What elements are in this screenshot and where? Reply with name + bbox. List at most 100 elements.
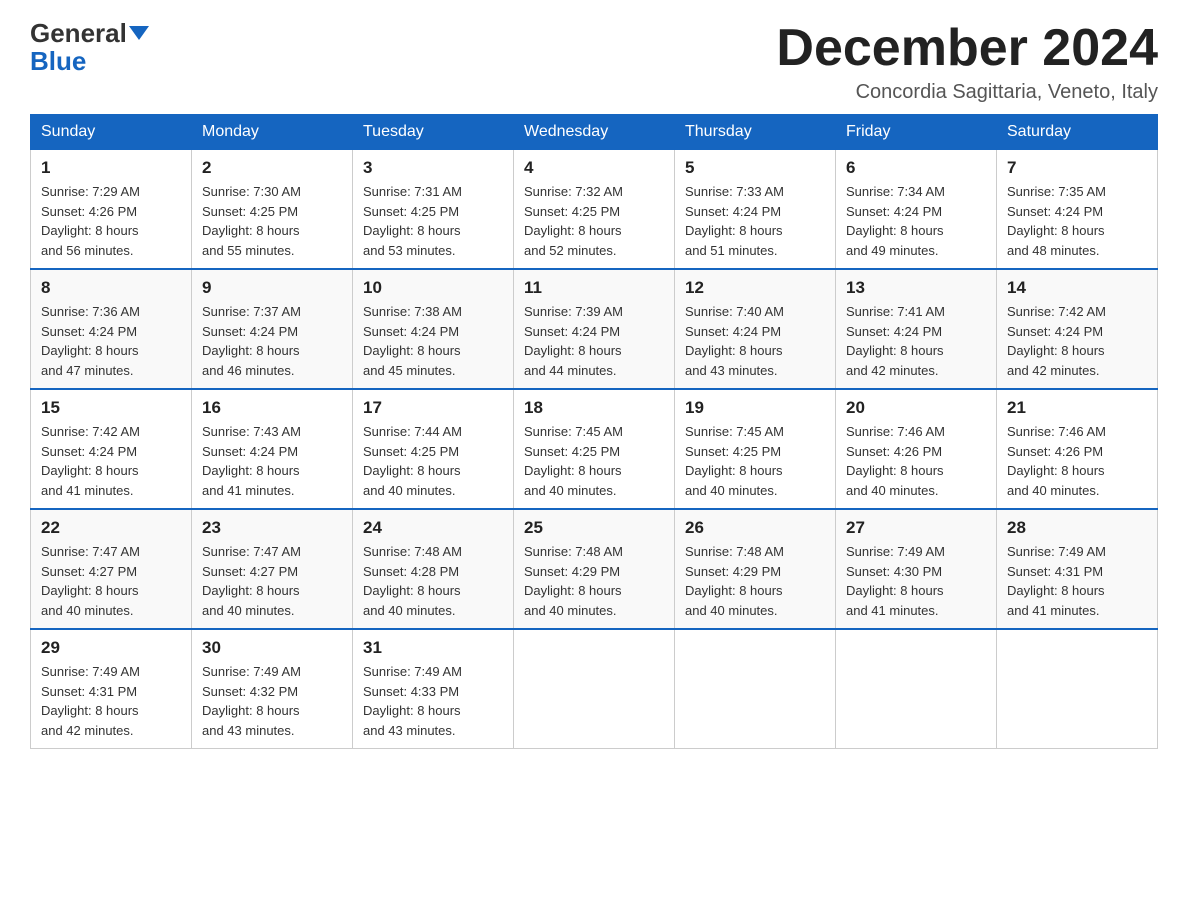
day-number: 23 — [202, 518, 342, 538]
day-info: Sunrise: 7:40 AMSunset: 4:24 PMDaylight:… — [685, 302, 825, 380]
day-number: 31 — [363, 638, 503, 658]
day-number: 29 — [41, 638, 181, 658]
day-info: Sunrise: 7:47 AMSunset: 4:27 PMDaylight:… — [41, 542, 181, 620]
day-number: 20 — [846, 398, 986, 418]
day-number: 15 — [41, 398, 181, 418]
table-row: 1Sunrise: 7:29 AMSunset: 4:26 PMDaylight… — [31, 150, 192, 270]
day-info: Sunrise: 7:49 AMSunset: 4:31 PMDaylight:… — [41, 662, 181, 740]
logo-blue: Blue — [30, 46, 86, 77]
day-info: Sunrise: 7:35 AMSunset: 4:24 PMDaylight:… — [1007, 182, 1147, 260]
day-number: 16 — [202, 398, 342, 418]
day-number: 4 — [524, 158, 664, 178]
table-row: 30 Sunrise: 7:49 AMSunset: 4:32 PMDayligh… — [192, 629, 353, 749]
table-row — [514, 629, 675, 749]
day-info: Sunrise: 7:36 AMSunset: 4:24 PMDaylight:… — [41, 302, 181, 380]
table-row: 21 Sunrise: 7:46 AMSunset: 4:26 PMDayligh… — [997, 389, 1158, 509]
day-number: 9 — [202, 278, 342, 298]
day-number: 1 — [41, 158, 181, 178]
day-info: Sunrise: 7:39 AMSunset: 4:24 PMDaylight:… — [524, 302, 664, 380]
day-number: 8 — [41, 278, 181, 298]
day-number: 10 — [363, 278, 503, 298]
day-info: Sunrise: 7:37 AMSunset: 4:24 PMDaylight:… — [202, 302, 342, 380]
day-number: 21 — [1007, 398, 1147, 418]
logo-triangle-icon — [129, 26, 149, 40]
calendar-week-row: 8 Sunrise: 7:36 AMSunset: 4:24 PMDaylight… — [31, 269, 1158, 389]
header-monday: Monday — [192, 115, 353, 150]
table-row: 27Sunrise: 7:49 AMSunset: 4:30 PMDayligh… — [836, 509, 997, 629]
day-info: Sunrise: 7:42 AMSunset: 4:24 PMDaylight:… — [1007, 302, 1147, 380]
day-info: Sunrise: 7:30 AMSunset: 4:25 PMDaylight:… — [202, 182, 342, 260]
calendar-week-row: 22 Sunrise: 7:47 AMSunset: 4:27 PMDayligh… — [31, 509, 1158, 629]
day-number: 6 — [846, 158, 986, 178]
table-row: 26 Sunrise: 7:48 AMSunset: 4:29 PMDayligh… — [675, 509, 836, 629]
table-row: 7 Sunrise: 7:35 AMSunset: 4:24 PMDaylight… — [997, 150, 1158, 270]
table-row: 17Sunrise: 7:44 AMSunset: 4:25 PMDayligh… — [353, 389, 514, 509]
day-info: Sunrise: 7:31 AMSunset: 4:25 PMDaylight:… — [363, 182, 503, 260]
day-info: Sunrise: 7:49 AMSunset: 4:31 PMDaylight:… — [1007, 542, 1147, 620]
day-info: Sunrise: 7:49 AMSunset: 4:32 PMDaylight:… — [202, 662, 342, 740]
table-row: 6Sunrise: 7:34 AMSunset: 4:24 PMDaylight… — [836, 150, 997, 270]
table-row — [836, 629, 997, 749]
table-row — [997, 629, 1158, 749]
day-info: Sunrise: 7:32 AMSunset: 4:25 PMDaylight:… — [524, 182, 664, 260]
day-info: Sunrise: 7:42 AMSunset: 4:24 PMDaylight:… — [41, 422, 181, 500]
day-info: Sunrise: 7:46 AMSunset: 4:26 PMDaylight:… — [1007, 422, 1147, 500]
day-number: 22 — [41, 518, 181, 538]
day-number: 3 — [363, 158, 503, 178]
weekday-header-row: Sunday Monday Tuesday Wednesday Thursday… — [31, 115, 1158, 150]
day-number: 12 — [685, 278, 825, 298]
day-info: Sunrise: 7:49 AMSunset: 4:30 PMDaylight:… — [846, 542, 986, 620]
table-row: 22 Sunrise: 7:47 AMSunset: 4:27 PMDayligh… — [31, 509, 192, 629]
table-row: 23 Sunrise: 7:47 AMSunset: 4:27 PMDayligh… — [192, 509, 353, 629]
day-number: 17 — [363, 398, 503, 418]
day-number: 13 — [846, 278, 986, 298]
day-info: Sunrise: 7:33 AMSunset: 4:24 PMDaylight:… — [685, 182, 825, 260]
header-thursday: Thursday — [675, 115, 836, 150]
day-number: 25 — [524, 518, 664, 538]
page-header: General Blue December 2024 Concordia Sag… — [30, 20, 1158, 104]
title-block: December 2024 Concordia Sagittaria, Vene… — [776, 20, 1158, 104]
day-number: 7 — [1007, 158, 1147, 178]
day-info: Sunrise: 7:41 AMSunset: 4:24 PMDaylight:… — [846, 302, 986, 380]
day-number: 30 — [202, 638, 342, 658]
day-info: Sunrise: 7:48 AMSunset: 4:29 PMDaylight:… — [524, 542, 664, 620]
month-title: December 2024 — [776, 20, 1158, 77]
table-row: 3 Sunrise: 7:31 AMSunset: 4:25 PMDaylight… — [353, 150, 514, 270]
day-info: Sunrise: 7:48 AMSunset: 4:28 PMDaylight:… — [363, 542, 503, 620]
day-info: Sunrise: 7:47 AMSunset: 4:27 PMDaylight:… — [202, 542, 342, 620]
day-number: 11 — [524, 278, 664, 298]
table-row: 31 Sunrise: 7:49 AMSunset: 4:33 PMDayligh… — [353, 629, 514, 749]
day-number: 5 — [685, 158, 825, 178]
day-number: 19 — [685, 398, 825, 418]
day-info: Sunrise: 7:38 AMSunset: 4:24 PMDaylight:… — [363, 302, 503, 380]
header-wednesday: Wednesday — [514, 115, 675, 150]
logo-general: General — [30, 20, 127, 46]
header-tuesday: Tuesday — [353, 115, 514, 150]
day-number: 26 — [685, 518, 825, 538]
table-row: 24 Sunrise: 7:48 AMSunset: 4:28 PMDayligh… — [353, 509, 514, 629]
day-info: Sunrise: 7:49 AMSunset: 4:33 PMDaylight:… — [363, 662, 503, 740]
location-title: Concordia Sagittaria, Veneto, Italy — [776, 81, 1158, 104]
table-row: 15 Sunrise: 7:42 AMSunset: 4:24 PMDayligh… — [31, 389, 192, 509]
table-row: 13 Sunrise: 7:41 AMSunset: 4:24 PMDayligh… — [836, 269, 997, 389]
header-sunday: Sunday — [31, 115, 192, 150]
table-row: 14 Sunrise: 7:42 AMSunset: 4:24 PMDayligh… — [997, 269, 1158, 389]
table-row: 20 Sunrise: 7:46 AMSunset: 4:26 PMDayligh… — [836, 389, 997, 509]
table-row: 12 Sunrise: 7:40 AMSunset: 4:24 PMDayligh… — [675, 269, 836, 389]
day-info: Sunrise: 7:45 AMSunset: 4:25 PMDaylight:… — [685, 422, 825, 500]
table-row: 8 Sunrise: 7:36 AMSunset: 4:24 PMDaylight… — [31, 269, 192, 389]
table-row: 28 Sunrise: 7:49 AMSunset: 4:31 PMDayligh… — [997, 509, 1158, 629]
table-row: 18Sunrise: 7:45 AMSunset: 4:25 PMDayligh… — [514, 389, 675, 509]
day-info: Sunrise: 7:46 AMSunset: 4:26 PMDaylight:… — [846, 422, 986, 500]
table-row: 5 Sunrise: 7:33 AMSunset: 4:24 PMDaylight… — [675, 150, 836, 270]
day-info: Sunrise: 7:48 AMSunset: 4:29 PMDaylight:… — [685, 542, 825, 620]
day-number: 28 — [1007, 518, 1147, 538]
day-number: 14 — [1007, 278, 1147, 298]
calendar-week-row: 15 Sunrise: 7:42 AMSunset: 4:24 PMDayligh… — [31, 389, 1158, 509]
table-row — [675, 629, 836, 749]
day-number: 24 — [363, 518, 503, 538]
day-info: Sunrise: 7:43 AMSunset: 4:24 PMDaylight:… — [202, 422, 342, 500]
calendar-week-row: 1Sunrise: 7:29 AMSunset: 4:26 PMDaylight… — [31, 150, 1158, 270]
table-row: 10 Sunrise: 7:38 AMSunset: 4:24 PMDayligh… — [353, 269, 514, 389]
table-row: 9 Sunrise: 7:37 AMSunset: 4:24 PMDaylight… — [192, 269, 353, 389]
